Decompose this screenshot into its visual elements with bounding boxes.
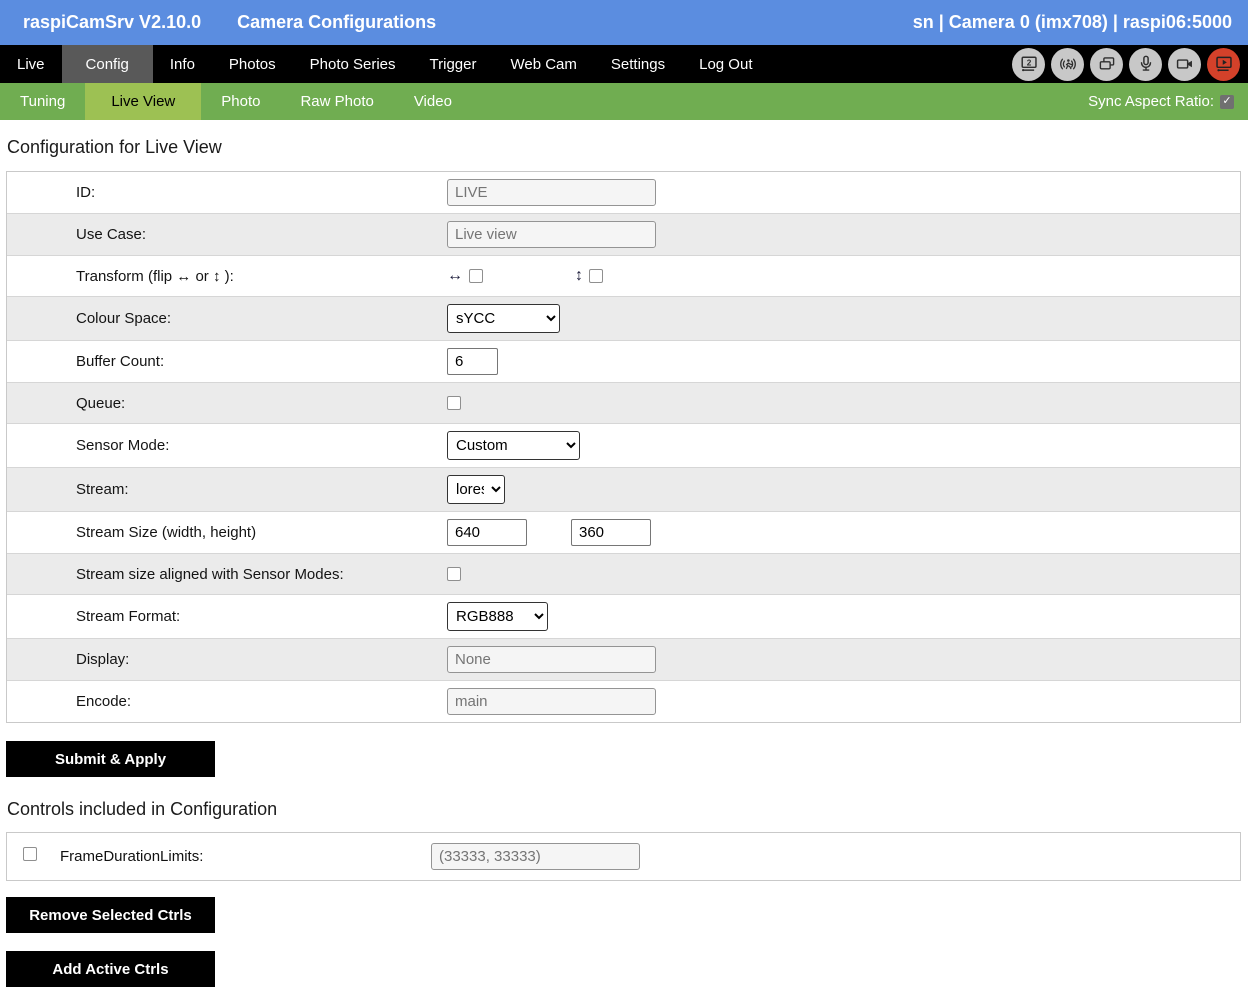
row-stream: Stream: lores xyxy=(7,467,1240,511)
id-label: ID: xyxy=(7,184,447,201)
frame-duration-label: FrameDurationLimits: xyxy=(60,848,431,865)
buffer-count-input[interactable] xyxy=(447,348,498,375)
controls-table: FrameDurationLimits: xyxy=(6,832,1241,881)
row-use-case: Use Case: xyxy=(7,213,1240,255)
row-stream-aligned: Stream size aligned with Sensor Modes: xyxy=(7,553,1240,594)
subnav-item-tuning[interactable]: Tuning xyxy=(0,83,85,120)
live-stream-icon[interactable] xyxy=(1207,48,1240,81)
nav-item-settings[interactable]: Settings xyxy=(594,45,682,83)
hflip-group: ↔ xyxy=(447,267,483,285)
subnav-item-raw-photo[interactable]: Raw Photo xyxy=(280,83,393,120)
stream-select[interactable]: lores xyxy=(447,475,505,504)
queue-checkbox[interactable] xyxy=(447,396,461,410)
stream-aligned-checkbox[interactable] xyxy=(447,567,461,581)
hflip-arrow-icon: ↔ xyxy=(447,267,463,285)
config-heading: Configuration for Live View xyxy=(7,137,1241,158)
main-content: Configuration for Live View ID: Use Case… xyxy=(0,137,1248,987)
row-buffer-count: Buffer Count: xyxy=(7,340,1240,382)
stream-width-input[interactable] xyxy=(447,519,527,546)
subnav-item-live-view[interactable]: Live View xyxy=(85,83,201,120)
nav-item-info[interactable]: Info xyxy=(153,45,212,83)
nav-item-live[interactable]: Live xyxy=(0,45,62,83)
nav-item-config[interactable]: Config xyxy=(62,45,153,83)
stream-format-select[interactable]: RGB888 xyxy=(447,602,548,631)
nav-item-trigger[interactable]: Trigger xyxy=(413,45,494,83)
row-stream-size: Stream Size (width, height) xyxy=(7,511,1240,553)
encode-label: Encode: xyxy=(7,693,447,710)
nav-item-photo-series[interactable]: Photo Series xyxy=(293,45,413,83)
sync-aspect-ratio: Sync Aspect Ratio: xyxy=(1088,83,1248,120)
display-input xyxy=(447,646,656,673)
vflip-arrow-icon: ↕ xyxy=(575,267,583,285)
use-case-label: Use Case: xyxy=(7,226,447,243)
sensor-mode-select[interactable]: Custom xyxy=(447,431,580,460)
vflip-checkbox[interactable] xyxy=(589,269,603,283)
use-case-input xyxy=(447,221,656,248)
nav-item-web-cam[interactable]: Web Cam xyxy=(493,45,593,83)
colour-space-label: Colour Space: xyxy=(7,310,447,327)
row-queue: Queue: xyxy=(7,382,1240,423)
row-sensor-mode: Sensor Mode: Custom xyxy=(7,423,1240,467)
sync-aspect-ratio-checkbox[interactable] xyxy=(1220,95,1234,109)
sync-aspect-ratio-label: Sync Aspect Ratio: xyxy=(1088,93,1214,110)
photos-stack-icon[interactable] xyxy=(1090,48,1123,81)
display-label: Display: xyxy=(7,651,447,668)
microphone-icon[interactable] xyxy=(1129,48,1162,81)
status-icon-group: 2 xyxy=(1012,45,1248,83)
vflip-group: ↕ xyxy=(575,267,603,285)
row-display: Display: xyxy=(7,638,1240,680)
subnav-item-video[interactable]: Video xyxy=(394,83,472,120)
frame-duration-checkbox[interactable] xyxy=(23,847,37,861)
encode-input xyxy=(447,688,656,715)
stream-height-input[interactable] xyxy=(571,519,651,546)
id-input xyxy=(447,179,656,206)
stream-format-label: Stream Format: xyxy=(7,608,447,625)
controls-heading: Controls included in Configuration xyxy=(7,799,1241,820)
row-colour-space: Colour Space: sYCC xyxy=(7,296,1240,340)
camera-status: sn | Camera 0 (imx708) | raspi06:5000 xyxy=(913,12,1232,33)
row-id: ID: xyxy=(7,172,1240,213)
stream-size-label: Stream Size (width, height) xyxy=(7,524,447,541)
colour-space-select[interactable]: sYCC xyxy=(447,304,560,333)
control-row-frame-duration: FrameDurationLimits: xyxy=(7,833,1240,880)
row-stream-format: Stream Format: RGB888 xyxy=(7,594,1240,638)
screens-icon[interactable]: 2 xyxy=(1012,48,1045,81)
hflip-checkbox[interactable] xyxy=(469,269,483,283)
frame-duration-input xyxy=(431,843,640,870)
nav-item-photos[interactable]: Photos xyxy=(212,45,293,83)
remove-selected-ctrls-button[interactable]: Remove Selected Ctrls xyxy=(6,897,215,933)
app-title: raspiCamSrv V2.10.0 xyxy=(23,12,201,33)
page-title: Camera Configurations xyxy=(237,12,436,33)
sensor-mode-label: Sensor Mode: xyxy=(7,437,447,454)
svg-text:2: 2 xyxy=(1026,58,1031,67)
row-encode: Encode: xyxy=(7,680,1240,722)
config-table: ID: Use Case: Transform (flip ↔ or ↕ ): … xyxy=(6,171,1241,723)
queue-label: Queue: xyxy=(7,395,447,412)
video-camera-icon[interactable] xyxy=(1168,48,1201,81)
config-subnav: Tuning Live View Photo Raw Photo Video S… xyxy=(0,83,1248,120)
main-nav: Live Config Info Photos Photo Series Tri… xyxy=(0,45,1248,83)
row-transform: Transform (flip ↔ or ↕ ): ↔ ↕ xyxy=(7,255,1240,296)
buffer-count-label: Buffer Count: xyxy=(7,353,447,370)
transform-label: Transform (flip ↔ or ↕ ): xyxy=(7,268,447,285)
add-active-ctrls-button[interactable]: Add Active Ctrls xyxy=(6,951,215,987)
stream-aligned-label: Stream size aligned with Sensor Modes: xyxy=(7,566,447,583)
stream-label: Stream: xyxy=(7,481,447,498)
subnav-item-photo[interactable]: Photo xyxy=(201,83,280,120)
nav-item-log-out[interactable]: Log Out xyxy=(682,45,769,83)
submit-apply-button[interactable]: Submit & Apply xyxy=(6,741,215,777)
motion-detection-icon[interactable] xyxy=(1051,48,1084,81)
titlebar: raspiCamSrv V2.10.0 Camera Configuration… xyxy=(0,0,1248,45)
